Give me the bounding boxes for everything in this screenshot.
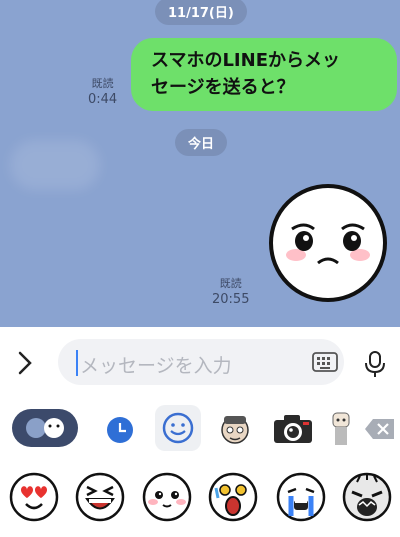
message-time: 0:44: [88, 92, 118, 107]
blushing-face[interactable]: [142, 472, 192, 522]
keyboard-icon[interactable]: [312, 352, 338, 372]
chat-area: 11/17(日) スマホのLINEからメッ セージを送ると？ 既読 0:44 今…: [0, 0, 400, 327]
sticker-pack-kid[interactable]: [218, 411, 252, 447]
microphone-icon[interactable]: [363, 350, 387, 378]
text-cursor: [76, 350, 78, 376]
backspace-icon[interactable]: [364, 418, 396, 440]
sticker-grid: [0, 457, 400, 537]
heart-eyes-face[interactable]: [9, 472, 59, 522]
emoji-smiley-icon[interactable]: [155, 405, 201, 451]
sticker-meta: 既読 20:55: [212, 276, 249, 308]
today-label: 今日: [188, 137, 215, 152]
date-label: 11/17(日): [168, 6, 234, 21]
message-text-line2: セージを送ると？: [151, 77, 295, 98]
chevron-right-icon[interactable]: [14, 350, 36, 376]
sticker-pack-person[interactable]: [330, 411, 352, 447]
read-receipt: 既読: [91, 77, 114, 90]
emoji-toggle[interactable]: [12, 409, 78, 447]
date-separator: 11/17(日): [155, 0, 247, 25]
message-bubble[interactable]: スマホのLINEからメッ セージを送ると？: [131, 38, 397, 111]
today-separator: 今日: [175, 129, 228, 156]
screaming-face[interactable]: [342, 472, 392, 522]
message-meta: 既読 0:44: [88, 76, 117, 108]
sticker-pack-camera[interactable]: [272, 413, 314, 445]
laughing-face[interactable]: [75, 472, 125, 522]
message-placeholder: メッセージを入力: [80, 355, 232, 377]
worried-face-sticker[interactable]: [268, 183, 388, 303]
message-time: 20:55: [212, 292, 250, 307]
shocked-face[interactable]: [208, 472, 258, 522]
read-receipt: 既読: [219, 277, 242, 290]
crying-face[interactable]: [276, 472, 326, 522]
recent-clock-icon[interactable]: [105, 415, 135, 445]
background-cloud: [10, 140, 100, 190]
message-text-line1: スマホのLINEからメッ: [151, 50, 340, 71]
